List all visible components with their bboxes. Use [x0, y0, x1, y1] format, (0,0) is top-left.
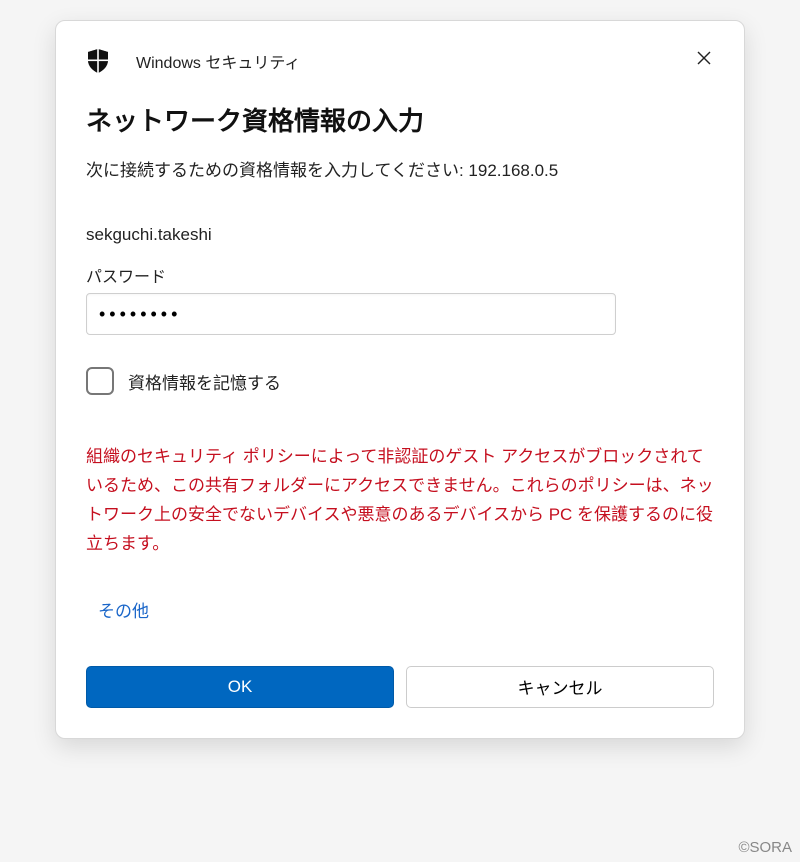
- more-link[interactable]: その他: [98, 597, 149, 622]
- password-label: パスワード: [86, 263, 714, 287]
- remember-label: 資格情報を記憶する: [128, 369, 281, 394]
- dialog-title: Windows セキュリティ: [136, 49, 300, 73]
- cancel-button[interactable]: キャンセル: [406, 666, 714, 708]
- shield-icon: [86, 49, 110, 73]
- username-display: sekguchi.takeshi: [86, 225, 714, 245]
- windows-security-dialog: Windows セキュリティ ネットワーク資格情報の入力 次に接続するための資格…: [55, 20, 745, 739]
- dialog-heading: ネットワーク資格情報の入力: [86, 101, 714, 138]
- remember-row: 資格情報を記憶する: [86, 367, 714, 395]
- watermark: ©SORA: [738, 839, 792, 856]
- remember-checkbox[interactable]: [86, 367, 114, 395]
- button-row: OK キャンセル: [86, 666, 714, 708]
- password-input[interactable]: [86, 293, 616, 335]
- ok-button[interactable]: OK: [86, 666, 394, 708]
- close-icon: [697, 51, 711, 68]
- connection-prompt: 次に接続するための資格情報を入力してください: 192.168.0.5: [86, 156, 714, 181]
- close-button[interactable]: [690, 45, 718, 73]
- error-message: 組織のセキュリティ ポリシーによって非認証のゲスト アクセスがブロックされている…: [86, 443, 714, 559]
- dialog-header: Windows セキュリティ: [86, 49, 714, 73]
